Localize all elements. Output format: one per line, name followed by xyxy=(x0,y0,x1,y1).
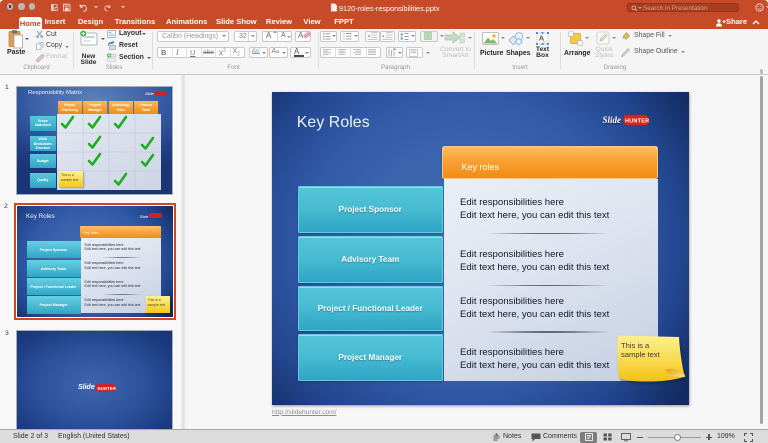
svg-text:HUNTER: HUNTER xyxy=(625,119,649,125)
svg-text:A: A xyxy=(539,33,545,42)
svg-text:A: A xyxy=(393,47,396,52)
